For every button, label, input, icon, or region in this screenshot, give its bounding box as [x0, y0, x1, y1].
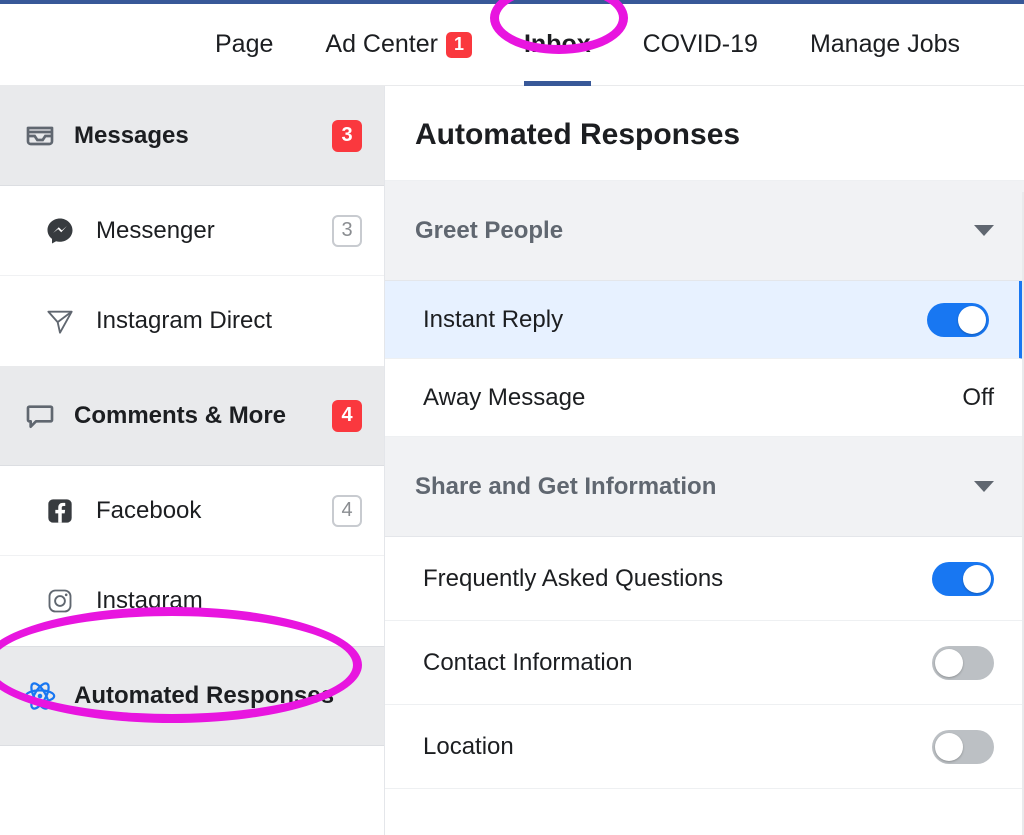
group-title: Greet People — [415, 217, 563, 245]
sidebar-item-instagram[interactable]: Instagram — [0, 556, 384, 646]
atom-icon — [22, 678, 58, 714]
row-location[interactable]: Location — [385, 705, 1024, 789]
sidebar-item-messages[interactable]: Messages 3 — [0, 86, 384, 186]
nav-covid-label: COVID-19 — [643, 30, 758, 59]
sidebar-item-messenger[interactable]: Messenger 3 — [0, 186, 384, 276]
sidebar-comments-more-label: Comments & More — [74, 402, 316, 430]
toggle-instant-reply[interactable] — [927, 303, 989, 337]
main-panel: Automated Responses Greet People Instant… — [385, 86, 1024, 835]
row-label: Away Message — [423, 384, 585, 412]
toggle-location[interactable] — [932, 730, 994, 764]
nav-ad-center-label: Ad Center — [325, 30, 438, 59]
row-label: Frequently Asked Questions — [423, 565, 723, 593]
sidebar-automated-responses-label: Automated Responses — [74, 682, 362, 710]
group-header-greet-people[interactable]: Greet People — [385, 181, 1024, 281]
facebook-icon — [42, 493, 78, 529]
paper-plane-icon — [42, 303, 78, 339]
body-container: Messages 3 Messenger 3 Instagram Direct — [0, 86, 1024, 835]
row-label: Instant Reply — [423, 306, 563, 334]
row-contact-info[interactable]: Contact Information — [385, 621, 1024, 705]
sidebar-messages-badge: 3 — [332, 120, 362, 152]
row-instant-reply[interactable]: Instant Reply — [385, 281, 1024, 359]
row-away-message[interactable]: Away Message Off — [385, 359, 1024, 437]
sidebar-filler — [0, 746, 384, 835]
row-label: Contact Information — [423, 649, 632, 677]
sidebar-messenger-label: Messenger — [96, 217, 314, 245]
chevron-down-icon — [974, 481, 994, 492]
messenger-icon — [42, 213, 78, 249]
nav-page-label: Page — [215, 30, 273, 59]
row-label: Location — [423, 733, 514, 761]
sidebar-comments-more-badge: 4 — [332, 400, 362, 432]
instagram-icon — [42, 583, 78, 619]
page-title: Automated Responses — [415, 118, 994, 152]
sidebar-item-instagram-direct[interactable]: Instagram Direct — [0, 276, 384, 366]
chevron-down-icon — [974, 225, 994, 236]
nav-inbox[interactable]: Inbox — [524, 4, 591, 85]
nav-ad-center-badge: 1 — [446, 32, 472, 58]
sidebar-instagram-direct-label: Instagram Direct — [96, 307, 362, 335]
nav-manage-jobs-label: Manage Jobs — [810, 30, 960, 59]
sidebar-facebook-label: Facebook — [96, 497, 314, 525]
main-title-row: Automated Responses — [385, 86, 1024, 181]
sidebar-item-comments-more[interactable]: Comments & More 4 — [0, 366, 384, 466]
sidebar-facebook-badge: 4 — [332, 495, 362, 527]
nav-covid[interactable]: COVID-19 — [643, 4, 758, 85]
nav-ad-center[interactable]: Ad Center 1 — [325, 4, 472, 85]
inbox-tray-icon — [22, 118, 58, 154]
toggle-faq[interactable] — [932, 562, 994, 596]
row-state-text: Off — [962, 384, 994, 412]
sidebar-messages-label: Messages — [74, 122, 316, 150]
nav-page[interactable]: Page — [215, 4, 273, 85]
sidebar-item-facebook[interactable]: Facebook 4 — [0, 466, 384, 556]
nav-manage-jobs[interactable]: Manage Jobs — [810, 4, 960, 85]
nav-inbox-label: Inbox — [524, 30, 591, 59]
top-navigation: Page Ad Center 1 Inbox COVID-19 Manage J… — [0, 4, 1024, 86]
sidebar: Messages 3 Messenger 3 Instagram Direct — [0, 86, 385, 835]
sidebar-item-automated-responses[interactable]: Automated Responses — [0, 646, 384, 746]
toggle-contact-info[interactable] — [932, 646, 994, 680]
group-title: Share and Get Information — [415, 473, 716, 501]
sidebar-instagram-label: Instagram — [96, 587, 362, 615]
group-header-share-info[interactable]: Share and Get Information — [385, 437, 1024, 537]
sidebar-messenger-badge: 3 — [332, 215, 362, 247]
row-faq[interactable]: Frequently Asked Questions — [385, 537, 1024, 621]
comment-bubble-icon — [22, 398, 58, 434]
